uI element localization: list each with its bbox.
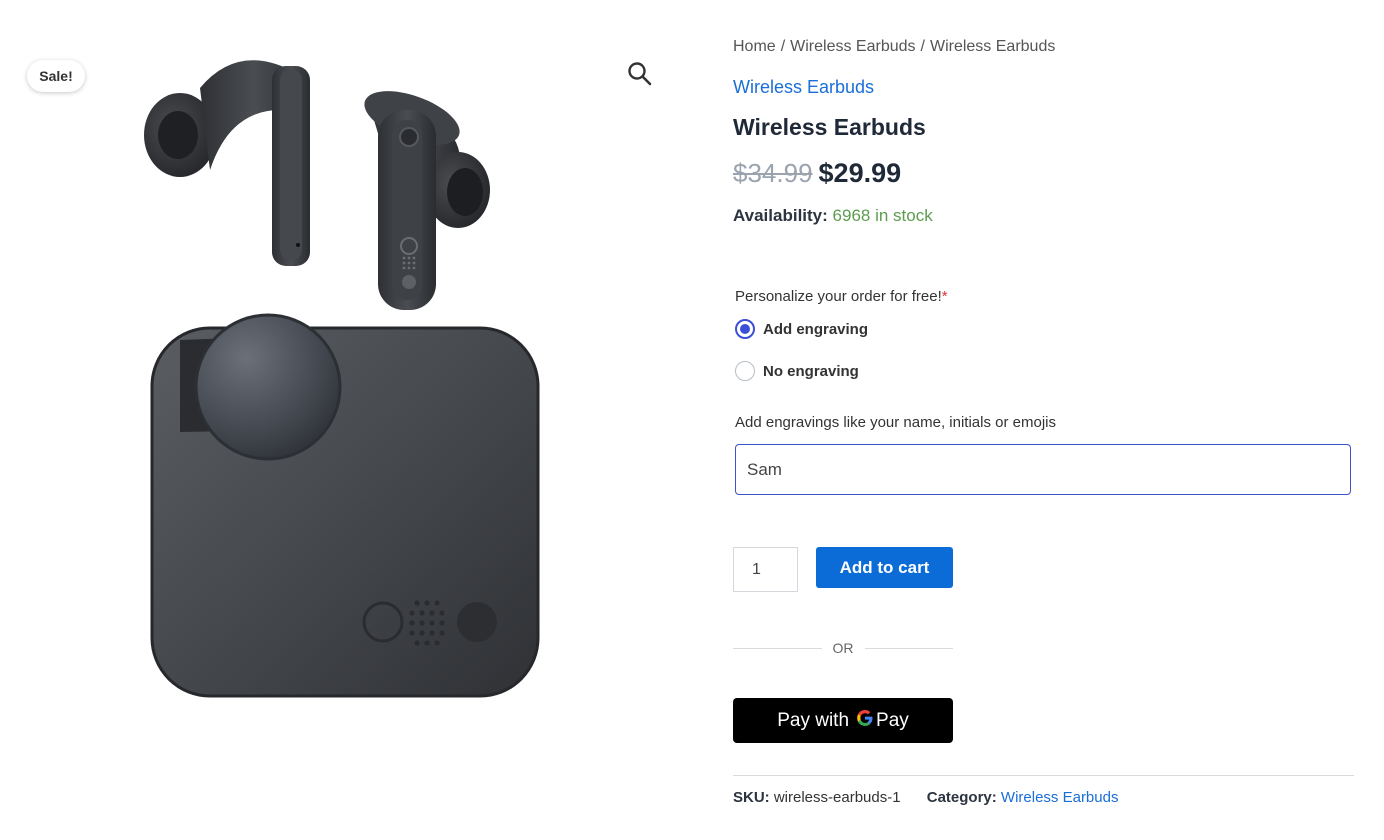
divider bbox=[864, 647, 953, 649]
engraving-field-label: Add engravings like your name, initials … bbox=[735, 414, 1056, 431]
product-image[interactable] bbox=[130, 40, 560, 720]
add-to-cart-button[interactable]: Add to cart bbox=[816, 547, 953, 588]
magnifier-icon[interactable] bbox=[626, 60, 654, 88]
breadcrumb: Home / Wireless Earbuds / Wireless Earbuds bbox=[733, 38, 1055, 56]
radio-checked-icon[interactable] bbox=[735, 319, 755, 339]
breadcrumb-separator: / bbox=[920, 38, 925, 55]
divider bbox=[733, 775, 1354, 776]
category-label: Category: bbox=[926, 789, 997, 806]
sale-price: $29.99 bbox=[818, 158, 902, 188]
stock-status: 6968 in stock bbox=[832, 206, 933, 225]
radio-label-no-engraving: No engraving bbox=[763, 362, 859, 380]
radio-label-add-engraving: Add engraving bbox=[763, 320, 869, 338]
gpay-prefix: Pay with bbox=[777, 709, 850, 731]
breadcrumb-home[interactable]: Home bbox=[733, 38, 776, 55]
sku-value: wireless-earbuds-1 bbox=[773, 789, 901, 806]
or-separator: OR bbox=[733, 640, 953, 656]
old-price: $34.99 bbox=[733, 158, 813, 188]
required-mark: * bbox=[941, 288, 948, 305]
sku-label: SKU: bbox=[733, 789, 770, 806]
breadcrumb-category[interactable]: Wireless Earbuds bbox=[790, 38, 915, 55]
or-label: OR bbox=[832, 640, 854, 656]
availability-label: Availability: bbox=[733, 206, 828, 225]
google-g-icon bbox=[856, 709, 874, 733]
quantity-input[interactable] bbox=[733, 547, 798, 592]
product-title: Wireless Earbuds bbox=[733, 114, 926, 140]
breadcrumb-current: Wireless Earbuds bbox=[929, 38, 1056, 55]
product-meta: SKU: wireless-earbuds-1 Category: Wirele… bbox=[733, 789, 1118, 806]
price: $34.99 $29.99 bbox=[733, 158, 901, 189]
radio-unchecked-icon[interactable] bbox=[735, 361, 755, 381]
category-link[interactable]: Wireless Earbuds bbox=[1001, 789, 1119, 806]
personalize-label-text: Personalize your order for free! bbox=[735, 288, 942, 305]
sale-badge: Sale! bbox=[27, 60, 85, 92]
engraving-field[interactable] bbox=[735, 444, 1351, 495]
radio-add-engraving[interactable]: Add engraving bbox=[735, 319, 868, 339]
product-gallery: Sale! bbox=[0, 0, 680, 840]
sku: SKU: wireless-earbuds-1 bbox=[733, 789, 901, 806]
availability: Availability: 6968 in stock bbox=[733, 206, 933, 226]
radio-no-engraving[interactable]: No engraving bbox=[735, 361, 859, 381]
product-category-link[interactable]: Wireless Earbuds bbox=[733, 77, 874, 98]
gpay-suffix: Pay bbox=[876, 709, 909, 731]
category: Category: Wireless Earbuds bbox=[927, 789, 1119, 806]
breadcrumb-separator: / bbox=[780, 38, 786, 55]
divider bbox=[733, 647, 822, 649]
personalize-label: Personalize your order for free!* bbox=[735, 288, 948, 305]
google-pay-button[interactable]: Pay with Pay bbox=[733, 698, 953, 743]
